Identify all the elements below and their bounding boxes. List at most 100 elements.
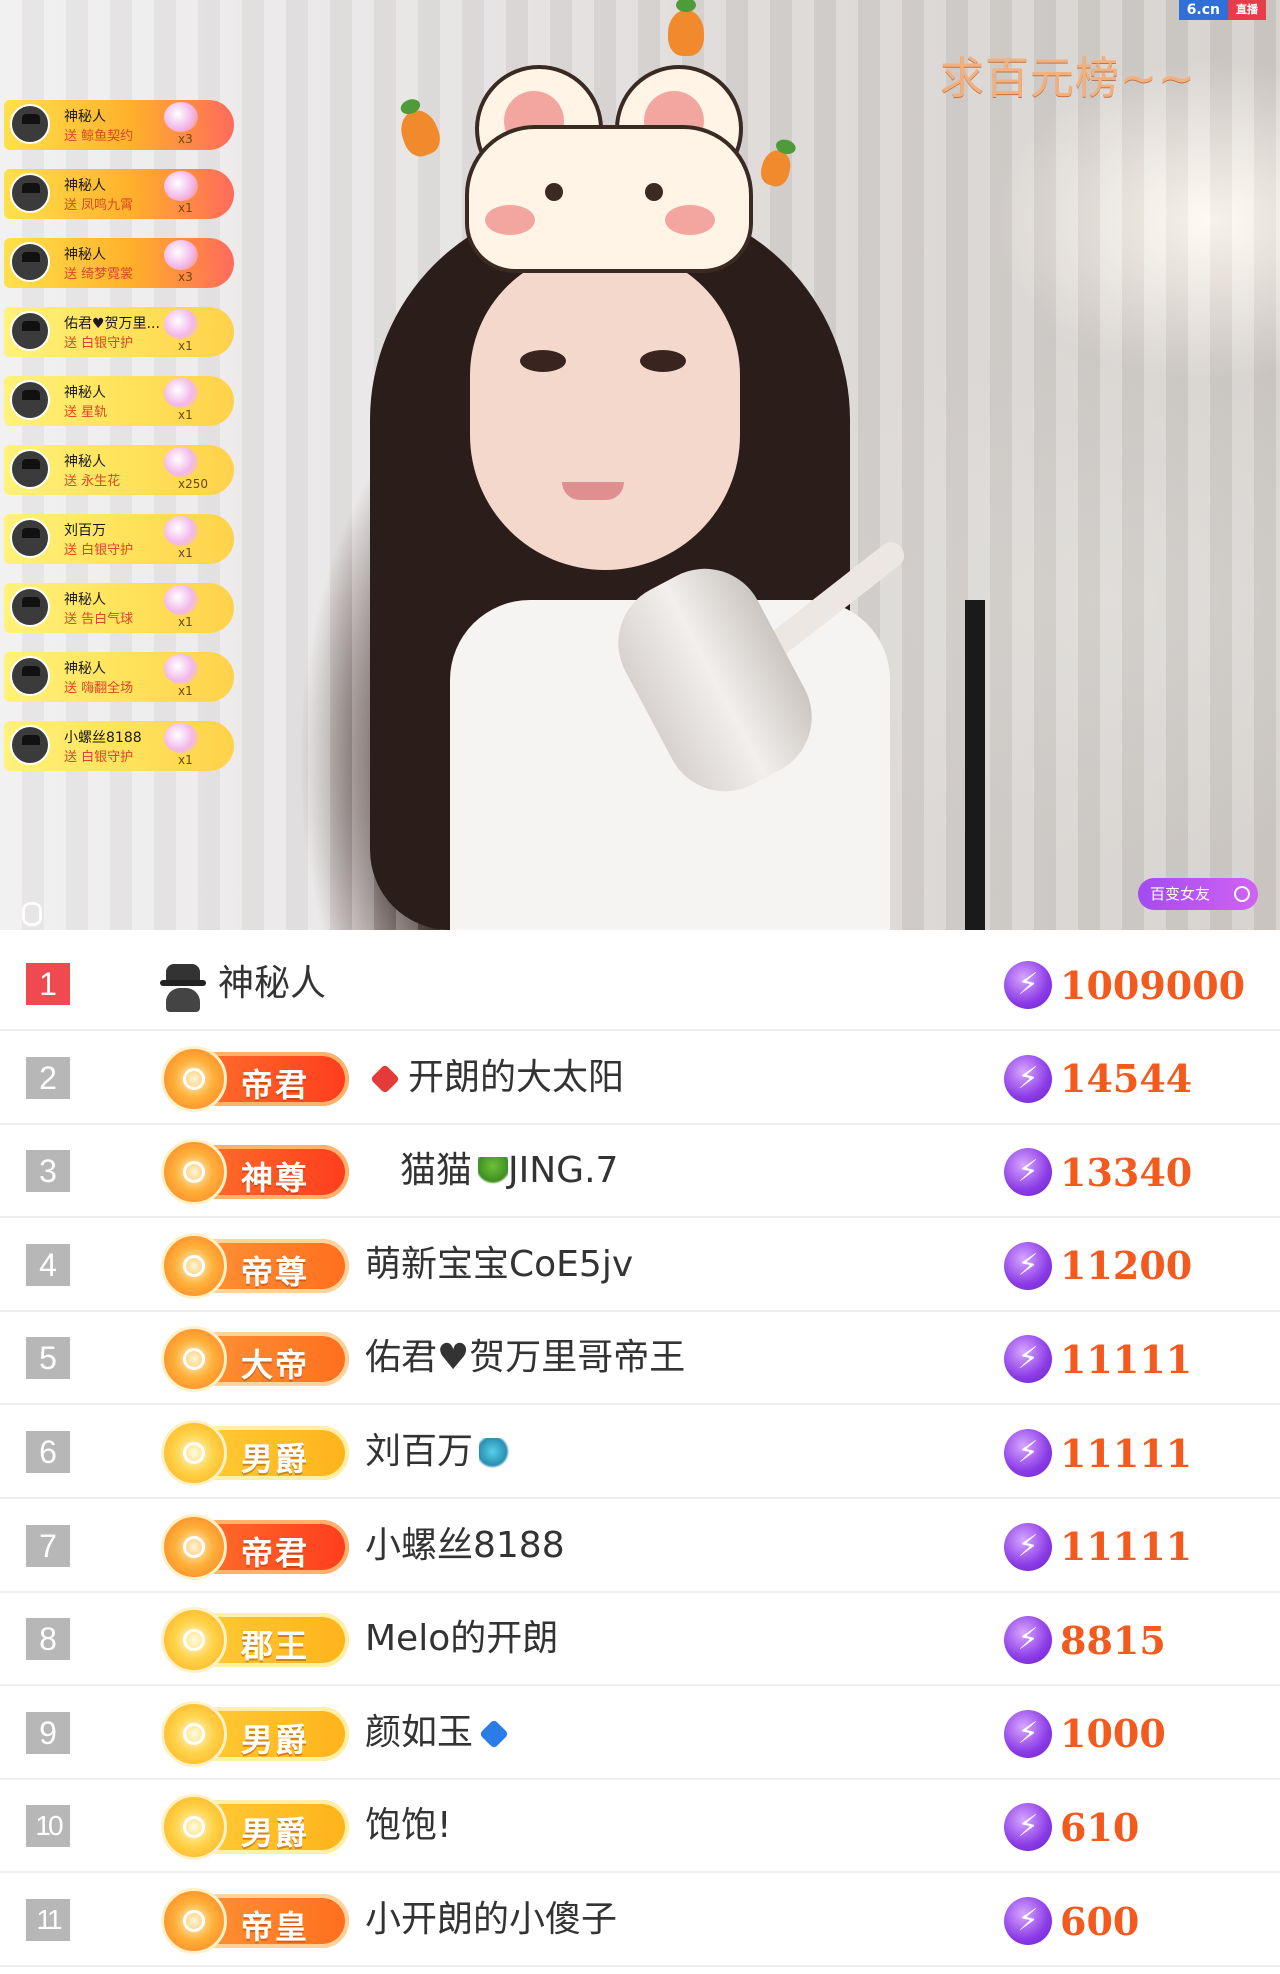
- gift-icon: [164, 516, 198, 546]
- gift-name: 送 告白气球: [64, 612, 134, 627]
- gift-sender: 神秘人: [64, 247, 106, 263]
- logo-tag-text: 直播: [1228, 0, 1266, 20]
- gift-count: x1: [178, 753, 193, 767]
- gift-name: 送 绮梦霓裳: [64, 267, 134, 282]
- gift-count: x1: [178, 408, 193, 422]
- user-name-block[interactable]: 饱饱!: [365, 1802, 451, 1850]
- score-value: 600: [1060, 1898, 1140, 1944]
- badge-label: 帝君: [241, 1065, 310, 1104]
- user-name-block[interactable]: 小螺丝8188: [365, 1522, 565, 1570]
- user-name: 小螺丝8188: [365, 1524, 565, 1566]
- user-name-block[interactable]: 刘百万: [365, 1428, 510, 1476]
- ranking-row[interactable]: 5 大帝 佑君♥贺万里哥帝王 11111: [0, 1312, 1280, 1406]
- ranking-row[interactable]: 9 男爵 颜如玉 1000: [0, 1687, 1280, 1780]
- avatar[interactable]: [10, 242, 50, 282]
- rank-number: 4: [26, 1243, 70, 1286]
- live-video[interactable]: 6.cn 直播 求百元榜~~ 神秘人送 鲸鱼契约 x3 神秘人送 凤鸣九霄 x1 神秘人…: [0, 0, 1280, 930]
- ranking-row[interactable]: 2 帝君 开朗的大太阳 14544: [0, 1032, 1280, 1125]
- ranking-row[interactable]: 11 帝皇 小开朗的小傻子 600: [0, 1874, 1280, 1967]
- gift-icon: [164, 102, 198, 132]
- gift-count: x3: [178, 270, 193, 284]
- mystery-user-icon: [160, 964, 206, 1012]
- score-value: 610: [1060, 1804, 1140, 1850]
- avatar[interactable]: [10, 725, 50, 765]
- gift-count: x1: [178, 615, 193, 629]
- contribution-score: 11200: [1004, 1241, 1192, 1291]
- medal-icon: [161, 1888, 227, 1954]
- gift-sender: 神秘人: [64, 109, 106, 125]
- user-name-block[interactable]: 萌新宝宝CoE5jv: [365, 1241, 633, 1289]
- gift-icon: [164, 723, 198, 753]
- gift-count: x1: [178, 684, 193, 698]
- badge-label: 男爵: [241, 1720, 310, 1759]
- ranking-row[interactable]: 7 帝君 小螺丝8188 11111: [0, 1500, 1280, 1593]
- contribution-score: 11111: [1004, 1522, 1192, 1572]
- gift-sender: 神秘人: [64, 454, 106, 470]
- avatar[interactable]: [10, 311, 50, 351]
- badge-label: 帝皇: [241, 1908, 310, 1946]
- user-name-block[interactable]: Melo的开朗: [365, 1615, 558, 1663]
- badge-label: 帝君: [241, 1533, 310, 1572]
- level-badge: 男爵: [161, 1420, 349, 1486]
- ranking-row[interactable]: 4 帝尊 萌新宝宝CoE5jv 11200: [0, 1219, 1280, 1312]
- user-name-block[interactable]: 小开朗的小傻子: [365, 1896, 617, 1944]
- rank-number: 9: [26, 1711, 70, 1754]
- lightning-currency-icon: [1004, 1709, 1052, 1758]
- rank-number: 10: [26, 1805, 70, 1848]
- gift-icon: [164, 240, 198, 270]
- ranking-row[interactable]: 8 郡王 Melo的开朗 8815: [0, 1593, 1280, 1687]
- user-name-block[interactable]: 猫猫 JING.7: [400, 1147, 618, 1195]
- tag-label: 百变女友: [1150, 885, 1211, 903]
- user-name-suffix: JING.7: [508, 1150, 619, 1192]
- user-name-block[interactable]: 神秘人: [218, 960, 326, 1008]
- avatar[interactable]: [10, 518, 50, 558]
- gift-sender: 神秘人: [64, 178, 106, 194]
- gift-notification: 佑君♥贺万里... 送 白银守护 x1: [4, 307, 234, 357]
- score-value: 13340: [1060, 1149, 1193, 1195]
- badge-label: 帝尊: [241, 1252, 310, 1291]
- user-name-block[interactable]: 颜如玉: [365, 1709, 509, 1757]
- ranking-row[interactable]: 1 神秘人 1009000: [0, 938, 1280, 1031]
- tag-button[interactable]: 百变女友: [1138, 878, 1258, 910]
- ranking-row[interactable]: 10 男爵 饱饱! 610: [0, 1780, 1280, 1874]
- arrow-icon: [1234, 886, 1250, 902]
- gift-name: 送 永生花: [64, 474, 121, 489]
- microphone-icon[interactable]: [22, 902, 42, 926]
- gift-count: x1: [178, 546, 193, 560]
- lightning-currency-icon: [1004, 1054, 1052, 1103]
- medal-icon: [161, 1420, 227, 1486]
- user-name-block[interactable]: 开朗的大太阳: [370, 1054, 624, 1102]
- avatar[interactable]: [10, 380, 50, 420]
- user-name: 刘百万: [365, 1431, 474, 1472]
- level-badge: 郡王: [161, 1607, 349, 1674]
- rank-number: 7: [26, 1524, 70, 1567]
- lightning-currency-icon: [1004, 1616, 1052, 1665]
- badge-label: 男爵: [241, 1440, 310, 1478]
- gift-name: 送 鲸鱼契约: [64, 129, 134, 144]
- rank-number: 1: [26, 963, 70, 1005]
- ranking-row[interactable]: 3 神尊 猫猫 JING.7 13340: [0, 1125, 1280, 1219]
- gift-sender: 佑君♥贺万里...: [64, 316, 160, 332]
- contribution-score: 8815: [1004, 1615, 1166, 1665]
- streamer-eye-left: [520, 350, 566, 372]
- gift-count: x3: [178, 132, 193, 146]
- gift-name: 送 白银守护: [64, 336, 134, 351]
- ranking-row[interactable]: 6 男爵 刘百万 11111: [0, 1406, 1280, 1499]
- dolphin-icon: [479, 1438, 510, 1468]
- contribution-score: 600: [1004, 1896, 1139, 1946]
- gift-count: x1: [178, 201, 193, 215]
- score-value: 1000: [1060, 1711, 1166, 1757]
- avatar[interactable]: [10, 449, 50, 489]
- lightning-currency-icon: [1004, 1148, 1052, 1197]
- avatar[interactable]: [10, 104, 50, 144]
- score-value: 11200: [1060, 1243, 1193, 1289]
- rank-number: 3: [26, 1150, 70, 1193]
- contribution-score: 11111: [1004, 1428, 1192, 1478]
- logo-site-text: 6.cn: [1178, 0, 1228, 20]
- user-name-block[interactable]: 佑君♥贺万里哥帝王: [365, 1334, 685, 1382]
- avatar[interactable]: [10, 173, 50, 213]
- level-badge: 男爵: [161, 1794, 349, 1861]
- avatar[interactable]: [10, 656, 50, 696]
- avatar[interactable]: [10, 587, 50, 627]
- lightning-currency-icon: [1004, 961, 1052, 1009]
